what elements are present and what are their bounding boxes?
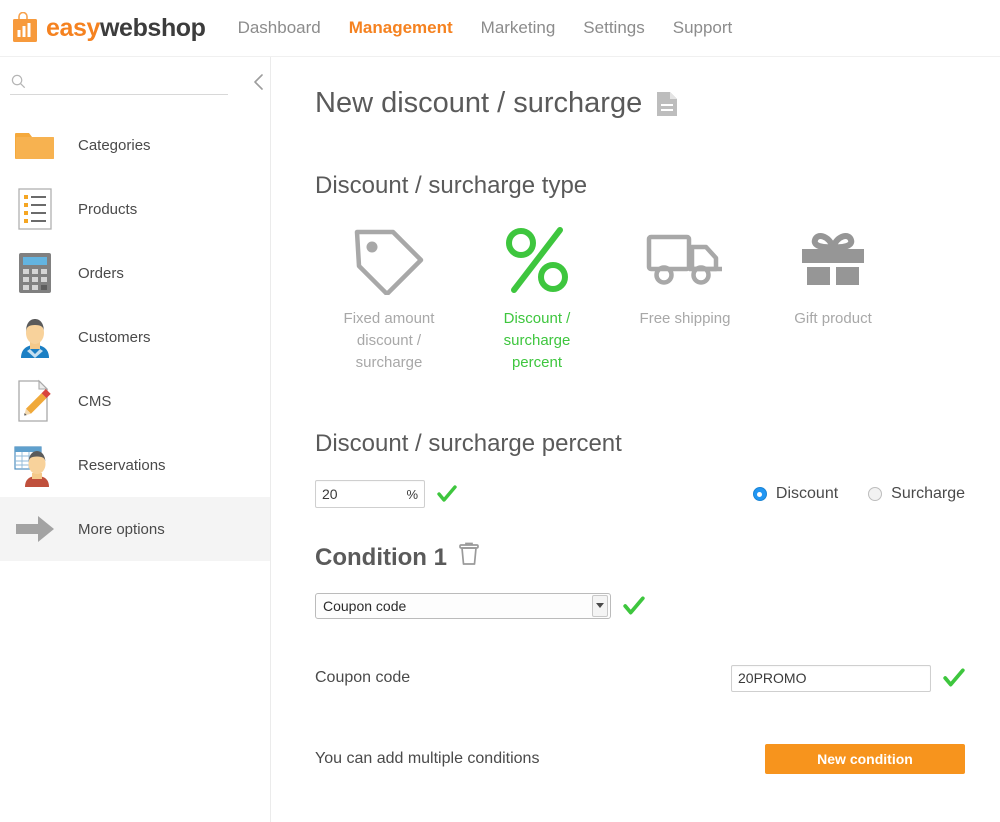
check-icon	[623, 595, 645, 617]
condition-type-select[interactable]: Coupon code	[315, 593, 611, 619]
type-option-gift-product[interactable]: Gift product	[759, 224, 907, 374]
sidebar-item-label: Orders	[78, 265, 124, 282]
discount-type-options: Fixed amount discount / surcharge Discou…	[315, 224, 1000, 374]
top-header-bar: easywebshop Dashboard Management Marketi…	[0, 0, 1000, 57]
nav-item-settings[interactable]: Settings	[583, 18, 644, 38]
add-condition-row: You can add multiple conditions New cond…	[315, 744, 965, 774]
percent-suffix: %	[406, 487, 418, 502]
search-icon	[11, 74, 26, 89]
list-document-icon	[14, 188, 56, 230]
type-option-free-shipping[interactable]: Free shipping	[611, 224, 759, 374]
radio-label: Surcharge	[891, 485, 965, 503]
calculator-icon	[14, 252, 56, 294]
sidebar-item-label: CMS	[78, 393, 111, 410]
coupon-code-input[interactable]	[738, 670, 924, 686]
search-box[interactable]	[10, 69, 228, 95]
nav-item-support[interactable]: Support	[673, 18, 733, 38]
radio-discount[interactable]: Discount	[753, 485, 838, 503]
folder-icon	[14, 124, 56, 166]
main-content: New discount / surcharge Discount / surc…	[271, 57, 1000, 822]
document-icon[interactable]	[656, 91, 678, 117]
radio-dot-icon	[753, 487, 767, 501]
sidebar-item-reservations[interactable]: Reservations	[0, 433, 270, 497]
condition-select-row: Coupon code	[315, 593, 1000, 619]
nav-item-management[interactable]: Management	[349, 18, 453, 38]
chevron-left-icon[interactable]	[248, 71, 270, 93]
percent-input-row: % Discount Surcharge	[315, 480, 965, 508]
condition-title-text: Condition 1	[315, 544, 447, 572]
sidebar-search-row	[0, 57, 270, 105]
brand-logo[interactable]: easywebshop	[10, 12, 206, 44]
coupon-code-field[interactable]	[731, 665, 931, 692]
type-option-fixed-amount[interactable]: Fixed amount discount / surcharge	[315, 224, 463, 374]
chevron-down-icon[interactable]	[592, 595, 608, 617]
page-title-text: New discount / surcharge	[315, 87, 642, 120]
multiple-conditions-note: You can add multiple conditions	[315, 750, 539, 768]
sidebar-item-label: Customers	[78, 329, 151, 346]
gift-icon	[795, 224, 871, 296]
discount-type-heading: Discount / surcharge type	[315, 172, 1000, 200]
percent-heading: Discount / surcharge percent	[315, 430, 1000, 458]
percent-icon	[504, 224, 570, 296]
percent-amount-field[interactable]: %	[315, 480, 425, 508]
new-condition-button[interactable]: New condition	[765, 744, 965, 774]
type-option-percent[interactable]: Discount / surcharge percent	[463, 224, 611, 374]
sidebar-item-orders[interactable]: Orders	[0, 241, 270, 305]
sidebar-item-customers[interactable]: Customers	[0, 305, 270, 369]
trash-icon[interactable]	[459, 542, 479, 573]
radio-dot-icon	[868, 487, 882, 501]
arrow-right-icon	[14, 508, 56, 550]
sidebar-item-label: More options	[78, 521, 165, 538]
search-input[interactable]	[34, 74, 214, 90]
radio-label: Discount	[776, 485, 838, 503]
type-option-label: Free shipping	[640, 308, 731, 330]
brand-name-part1: easy	[46, 14, 100, 42]
sidebar: Categories Products	[0, 57, 271, 822]
main-navigation: Dashboard Management Marketing Settings …	[224, 18, 747, 38]
check-icon	[943, 667, 965, 689]
percent-amount-input[interactable]	[322, 486, 394, 502]
condition-select-value: Coupon code	[323, 598, 406, 614]
type-option-label: Gift product	[794, 308, 872, 330]
sidebar-item-categories[interactable]: Categories	[0, 113, 270, 177]
type-option-label: Fixed amount discount / surcharge	[329, 308, 449, 374]
sidebar-nav-list: Categories Products	[0, 113, 270, 561]
type-option-label: Discount / surcharge percent	[477, 308, 597, 374]
truck-icon	[646, 224, 724, 296]
brand-name: easywebshop	[46, 14, 206, 43]
condition-title: Condition 1	[315, 542, 1000, 573]
sidebar-item-label: Products	[78, 201, 137, 218]
coupon-code-row: Coupon code	[315, 665, 965, 692]
brand-name-part2: webshop	[100, 14, 206, 42]
sidebar-item-more-options[interactable]: More options	[0, 497, 270, 561]
person-icon	[14, 316, 56, 358]
sidebar-item-label: Reservations	[78, 457, 166, 474]
coupon-code-label: Coupon code	[315, 669, 410, 687]
shopping-bag-chart-icon	[10, 12, 40, 44]
sidebar-item-cms[interactable]: CMS	[0, 369, 270, 433]
radio-surcharge[interactable]: Surcharge	[868, 485, 965, 503]
nav-item-marketing[interactable]: Marketing	[481, 18, 556, 38]
calendar-person-icon	[14, 444, 56, 486]
check-icon	[437, 484, 457, 504]
price-tag-icon	[352, 224, 426, 296]
discount-surcharge-radio-group: Discount Surcharge	[723, 485, 965, 503]
nav-item-dashboard[interactable]: Dashboard	[238, 18, 321, 38]
sidebar-item-products[interactable]: Products	[0, 177, 270, 241]
sidebar-item-label: Categories	[78, 137, 151, 154]
page-title: New discount / surcharge	[315, 87, 1000, 120]
document-pencil-icon	[14, 380, 56, 422]
